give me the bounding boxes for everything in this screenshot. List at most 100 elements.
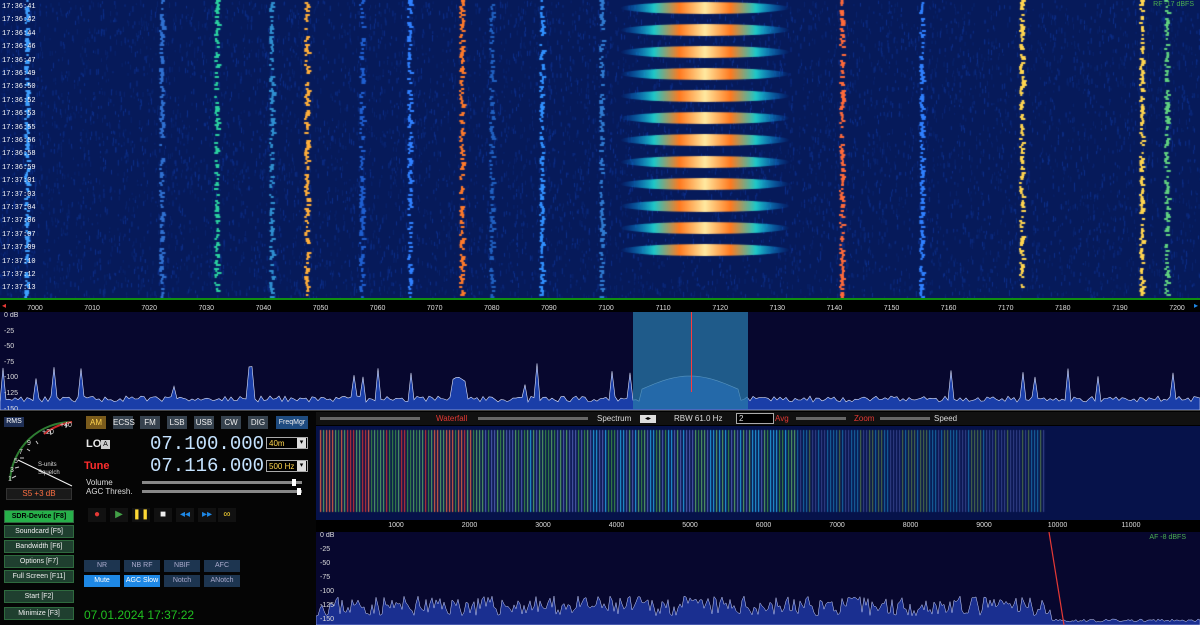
dsp-agc-slow-button[interactable]: AGC Slow (124, 575, 160, 587)
rms-button[interactable]: RMS (4, 417, 24, 427)
frequency-tick-label: 7190 (1112, 305, 1128, 312)
agc-threshold-slider-thumb[interactable] (297, 488, 301, 495)
waterfall-label: Waterfall (436, 414, 468, 423)
mode-ecss[interactable]: ECSS (113, 416, 135, 429)
af-bandwidth-marker[interactable] (1048, 532, 1065, 625)
lo-marker-badge[interactable]: A (101, 440, 110, 449)
rf-spectrum[interactable]: 0 dB -25 -50 -75 -100 -125 -150 (0, 312, 1200, 411)
mode-lsb[interactable]: LSB (167, 416, 187, 429)
waterfall-time-label: 17:36:56 (2, 137, 36, 145)
audio-controls-row: Waterfall Spectrum ◂▸ RBW 61.0 Hz 2 Avg … (316, 412, 1200, 425)
rf-waterfall-canvas[interactable] (0, 0, 1200, 298)
fast-forward-icon[interactable]: ▸▸ (198, 508, 216, 522)
waterfall-time-label: 17:37:03 (2, 190, 36, 199)
record-icon[interactable]: ● (88, 508, 106, 522)
waterfall-time-label: 17:37:07 (2, 230, 36, 239)
frequency-tick-label: 7110 (655, 305, 671, 312)
frequency-tick-label: 7150 (883, 305, 900, 312)
smeter-tick-1: 1 (8, 476, 12, 483)
side-button-bandwidth[interactable]: Bandwidth [F6] (4, 540, 74, 553)
waterfall-time-label: 17:37:13 (2, 284, 36, 293)
agc-threshold-slider[interactable] (142, 488, 302, 495)
mode-usb[interactable]: USB (194, 416, 214, 429)
volume-slider-thumb[interactable] (292, 479, 296, 486)
volume-slider[interactable] (142, 479, 302, 486)
side-button-sdr-device[interactable]: SDR-Device [F8] (4, 510, 74, 523)
avg-select[interactable]: 2 (736, 413, 774, 424)
dsp-nbif-button[interactable]: NBIF (164, 560, 200, 572)
rf-db-tick-label: -50 (4, 343, 15, 351)
mode-am[interactable]: AM (86, 416, 106, 429)
audio-frequency-tick-label: 1000 (388, 522, 404, 529)
stop-icon[interactable]: ■ (154, 508, 172, 522)
audio-waterfall[interactable] (316, 426, 1200, 520)
waterfall-time-label: 17:36:50 (2, 83, 36, 92)
af-db-tick-label: -25 (320, 546, 331, 553)
dsp-nb-rf-button[interactable]: NB RF (124, 560, 160, 572)
af-db-tick-label: -150 (320, 616, 335, 623)
spectrum-slider[interactable] (478, 417, 588, 420)
pause-icon[interactable]: ❚❚ (132, 508, 150, 522)
side-button-soundcard[interactable]: Soundcard [F5] (4, 525, 74, 538)
tune-marker-line[interactable] (691, 312, 692, 392)
dsp-mute-button[interactable]: Mute (84, 575, 120, 587)
dsp-anotch-button[interactable]: ANotch (204, 575, 240, 587)
side-button-start[interactable]: Start [F2] (4, 590, 74, 603)
frequency-tick-label: 7070 (426, 305, 443, 312)
waterfall-time-label: 17:36:41 (2, 3, 36, 11)
dsp-notch-button[interactable]: Notch (164, 575, 200, 587)
play-icon[interactable]: ▶ (110, 508, 128, 522)
chevron-down-icon: ▾ (297, 438, 306, 448)
bandwidth-select[interactable]: 500 Hz ▾ (266, 460, 308, 472)
frequency-tick-label: 7160 (940, 305, 957, 312)
dsp-nr-button[interactable]: NR (84, 560, 120, 572)
side-button-options[interactable]: Options [F7] (4, 555, 74, 568)
lo-frequency-display[interactable]: 07.100.000 (150, 433, 264, 455)
side-button-minimize[interactable]: Minimize [F3] (4, 607, 74, 620)
avg-slider[interactable] (796, 417, 846, 420)
af-db-tick-label: -50 (320, 560, 331, 567)
waterfall-time-label: 17:36:58 (2, 150, 36, 159)
waterfall-time-label: 17:37:12 (2, 271, 36, 279)
loop-icon[interactable]: ∞ (218, 508, 236, 522)
audio-frequency-scale[interactable]: 1000 2000 3000 4000 5000 6000 7000 8000 9000 1000… (316, 520, 1200, 532)
mode-dig[interactable]: DIG (248, 416, 268, 429)
frequency-tick-label: 7030 (198, 305, 215, 312)
scroll-left-icon[interactable]: ◂ (2, 301, 6, 310)
rf-level-label: RF -17 dBFS (1153, 1, 1194, 8)
af-db-tick-label: -100 (320, 588, 335, 595)
s-meter-readout: S5 +3 dB (6, 488, 72, 500)
volume-label: Volume (86, 478, 113, 487)
band-select[interactable]: 40m ▾ (266, 437, 308, 449)
dsp-afc-button[interactable]: AFC (204, 560, 240, 572)
mode-cw[interactable]: CW (221, 416, 241, 429)
audio-frequency-tick-label: 4000 (608, 522, 625, 529)
side-button-full[interactable]: Full Screen [F11] (4, 570, 74, 583)
waterfall-time-label: 17:36:55 (2, 123, 36, 132)
transport-controls: ● ▶ ❚❚ ■ ◂◂ ▸▸ ∞ (84, 508, 244, 522)
rf-waterfall[interactable]: 17:36:41 17:36:42 17:36:44 17:36:46 17:36:47… (0, 0, 1200, 298)
audio-frequency-tick-label: 6000 (755, 522, 772, 529)
waterfall-time-label: 17:37:01 (2, 177, 36, 186)
audio-frequency-tick-label: 9000 (976, 522, 992, 529)
waterfall-time-label: 17:36:52 (2, 96, 36, 105)
waterfall-time-label: 17:36:44 (2, 29, 36, 38)
waterfall-slider[interactable] (320, 417, 420, 420)
smeter-tick-7: 7 (19, 449, 23, 456)
frequency-tick-label: 7010 (84, 305, 100, 312)
rbw-stepper[interactable]: ◂▸ (640, 415, 656, 423)
frequency-tick-label: 7050 (312, 305, 329, 312)
rewind-icon[interactable]: ◂◂ (176, 508, 194, 522)
scroll-right-icon[interactable]: ▸ (1194, 301, 1198, 310)
audio-waterfall-canvas[interactable] (316, 426, 1200, 520)
audio-spectrum[interactable]: 0 dB -25 -50 -75 -100 -125 -150 (316, 532, 1200, 625)
tune-frequency-display[interactable]: 07.116.000 (150, 455, 264, 477)
mode-fm[interactable]: FM (140, 416, 160, 429)
agc-threshold-label: AGC Thresh. (86, 487, 133, 496)
rf-db-tick-label: 0 dB (4, 312, 19, 319)
frequency-tick-label: 7170 (997, 305, 1014, 312)
freqmgr-button[interactable]: FreqMgr (276, 416, 308, 429)
s-units-label: S-units (38, 462, 57, 468)
zoom-slider[interactable] (880, 417, 930, 420)
rbw-label: RBW 61.0 Hz (674, 414, 723, 423)
